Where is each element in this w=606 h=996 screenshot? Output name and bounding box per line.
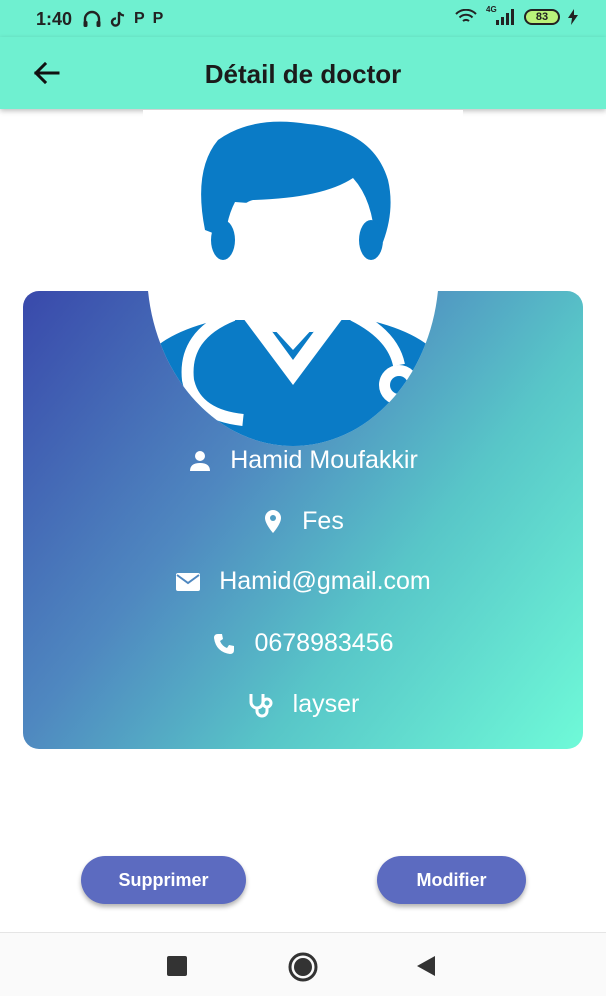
battery-level: 83	[535, 11, 549, 23]
edit-button[interactable]: Modifier	[377, 856, 526, 904]
home-circle-icon[interactable]	[287, 951, 319, 983]
status-time: 1:40	[36, 9, 73, 29]
p-app-icon: P	[134, 10, 145, 27]
doctor-city-row: Fes	[0, 507, 606, 536]
doctor-specialty-row: layser	[0, 690, 606, 719]
status-bar: 1:40 P P 4G 83	[0, 0, 606, 37]
status-system-icons: 4G 83	[454, 5, 578, 26]
back-triangle-icon[interactable]	[415, 954, 437, 978]
doctor-specialty: layser	[292, 690, 360, 718]
headset-icon	[83, 10, 101, 27]
doctor-phone-row: 0678983456	[0, 629, 606, 658]
doctor-name: Hamid Moufakkir	[230, 446, 418, 474]
system-navigation-bar	[0, 932, 606, 996]
battery-icon: 83	[524, 9, 560, 25]
recents-square-icon[interactable]	[166, 955, 188, 977]
doctor-email-row: Hamid@gmail.com	[0, 567, 606, 596]
p-app-icon: P	[152, 10, 164, 27]
doctor-phone: 0678983456	[254, 629, 394, 657]
location-pin-icon	[265, 509, 282, 533]
signal-icon: 4G	[486, 5, 516, 26]
tiktok-icon	[110, 11, 125, 27]
doctor-email: Hamid@gmail.com	[219, 567, 431, 595]
app-bar: Détail de doctor	[0, 37, 606, 109]
wifi-icon	[455, 9, 477, 22]
doctor-avatar	[143, 110, 463, 450]
page-title: Détail de doctor	[204, 59, 402, 89]
person-icon	[190, 450, 211, 471]
status-notification-icons: P P	[82, 9, 163, 29]
phone-icon	[214, 633, 235, 654]
charging-icon	[568, 9, 578, 25]
doctor-name-row: Hamid Moufakkir	[0, 446, 606, 475]
mail-icon	[176, 572, 201, 591]
stethoscope-icon	[249, 693, 273, 717]
doctor-city: Fes	[302, 507, 344, 535]
delete-button[interactable]: Supprimer	[81, 856, 246, 904]
